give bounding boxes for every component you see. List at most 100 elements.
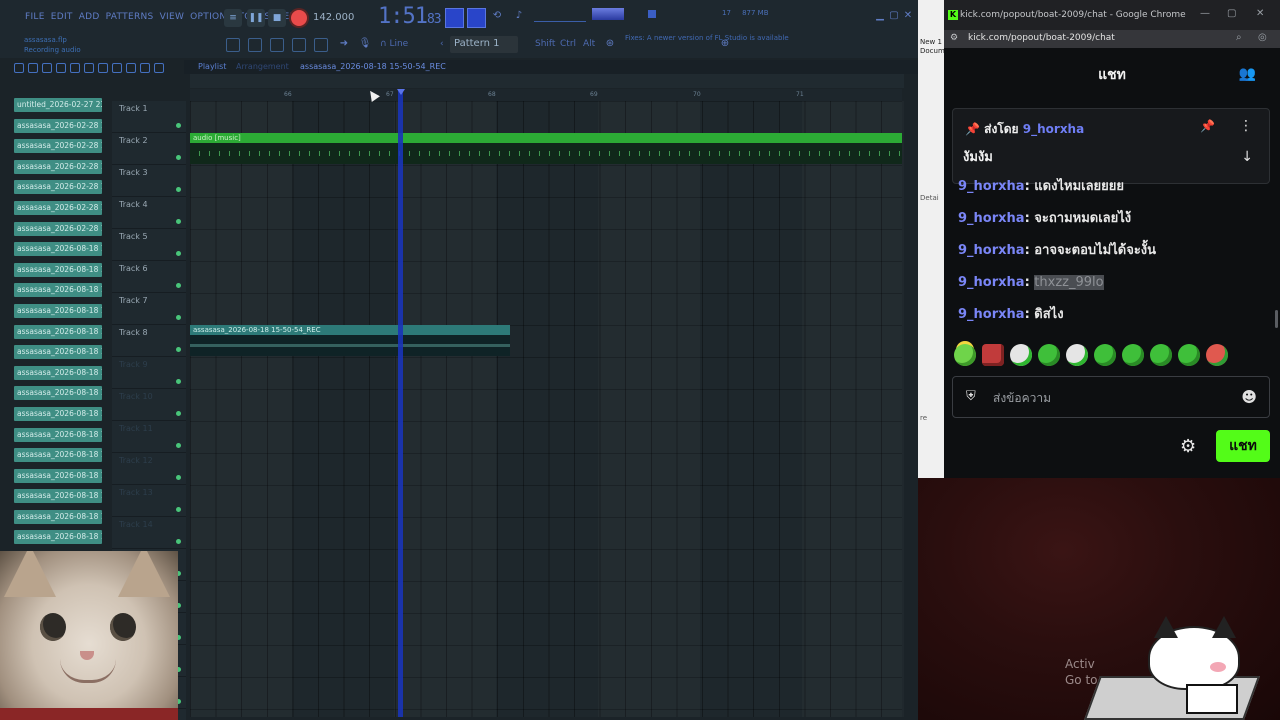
desktop-item[interactable]: New 1 Docum — [920, 38, 945, 56]
pin-icon[interactable]: 📌 — [1200, 119, 1215, 133]
emote-icon[interactable] — [982, 344, 1004, 366]
browser-item[interactable]: assasasa_2026-02-28 10... — [14, 180, 102, 195]
browser-item[interactable]: assasasa_2026-02-28 10... — [14, 159, 102, 174]
pattern-mode-block[interactable] — [445, 8, 464, 28]
track-mute-dot[interactable] — [176, 507, 181, 512]
audio-clip-music[interactable]: audio [music] — [190, 133, 902, 164]
shield-icon[interactable]: ⛨ — [966, 389, 976, 404]
timeline-ruler[interactable]: 66 67 68 69 70 71 — [190, 89, 902, 101]
emote-icon[interactable] — [1122, 344, 1144, 366]
message-username[interactable]: 9_horxha — [958, 275, 1025, 290]
ctrl-button[interactable]: Ctrl — [560, 39, 576, 49]
playhead-marker-icon[interactable] — [397, 89, 405, 95]
browser-item[interactable]: assasasa_2026-08-18 15... — [14, 530, 102, 545]
browser-item[interactable]: assasasa_2026-02-28 10... — [14, 221, 102, 236]
pinned-message[interactable]: 📌 ส่งโดย 9_horxha งัมงัม 📌 ⋮ ↓ — [952, 108, 1270, 184]
browser-item[interactable]: assasasa_2026-08-18 15... — [14, 386, 102, 401]
menu-patterns[interactable]: PATTERNS — [106, 12, 154, 22]
track-header[interactable]: Track 11 — [112, 421, 186, 453]
pause-button[interactable]: ❚❚ — [247, 9, 265, 27]
browser-tool-icon[interactable] — [28, 63, 38, 73]
track-header[interactable]: Track 12 — [112, 453, 186, 485]
track-mute-dot[interactable] — [176, 475, 181, 480]
browser-item[interactable]: assasasa_2026-08-18 15... — [14, 468, 102, 483]
message-username[interactable]: 9_horxha — [958, 179, 1025, 194]
browser-item[interactable]: assasasa_2026-08-18 15... — [14, 489, 102, 504]
emote-icon[interactable] — [954, 344, 976, 366]
message-username[interactable]: 9_horxha — [958, 307, 1025, 322]
arrow-down-icon[interactable]: ↓ — [1241, 149, 1253, 165]
record-button[interactable] — [291, 10, 307, 26]
track-header[interactable]: Track 6 — [112, 261, 186, 293]
browser-item[interactable]: assasasa_2026-02-28 10... — [14, 200, 102, 215]
browser-tool-icon[interactable] — [70, 63, 80, 73]
browser-item[interactable]: assasasa_2026-08-18 15... — [14, 427, 102, 442]
browser-item[interactable]: assasasa_2026-08-18 15... — [14, 365, 102, 380]
browser-tool-icon[interactable] — [42, 63, 52, 73]
maximize-icon[interactable]: ▢ — [887, 10, 901, 24]
track-mute-dot[interactable] — [176, 219, 181, 224]
track-header[interactable]: Track 7 — [112, 293, 186, 325]
zoom-icon[interactable]: ⌕ — [1236, 32, 1242, 43]
track-header[interactable]: Track 1 — [112, 101, 186, 133]
arrow-icon[interactable]: ➜ — [337, 38, 351, 52]
stop-button[interactable]: ■ — [268, 9, 286, 27]
eye-off-icon[interactable]: ◎ — [1258, 32, 1267, 43]
minimize-icon[interactable]: — — [1200, 8, 1210, 19]
track-mute-dot[interactable] — [176, 315, 181, 320]
menu-add[interactable]: ADD — [79, 12, 100, 22]
playlist-grid[interactable] — [190, 101, 902, 717]
track-header[interactable]: Track 3 — [112, 165, 186, 197]
browser-item[interactable]: assasasa_2026-08-18 15... — [14, 345, 102, 360]
alt-button[interactable]: Alt — [583, 39, 595, 49]
pattern-selector[interactable]: Pattern 1 — [450, 36, 518, 53]
browser-tool-icon[interactable] — [98, 63, 108, 73]
close-icon[interactable]: ✕ — [901, 10, 915, 24]
track-mute-dot[interactable] — [176, 123, 181, 128]
browser-item[interactable]: assasasa_2026-08-18 15... — [14, 509, 102, 524]
mic-icon[interactable]: 🎙 — [358, 38, 372, 52]
message-username[interactable]: 9_horxha — [958, 243, 1025, 258]
browser-item[interactable]: assasasa_2026-02-28 10... — [14, 139, 102, 154]
browser-tool-icon[interactable] — [112, 63, 122, 73]
track-header[interactable]: Track 14 — [112, 517, 186, 549]
emote-icon[interactable] — [1178, 344, 1200, 366]
emote-icon[interactable] — [1010, 344, 1032, 366]
chat-input[interactable] — [993, 388, 1223, 408]
loop-icon[interactable]: ⟲ — [490, 10, 504, 24]
browser-tool-icon[interactable] — [140, 63, 150, 73]
browser-item[interactable]: assasasa_2026-08-18 15... — [14, 262, 102, 277]
shift-button[interactable]: Shift — [535, 39, 555, 49]
maximize-icon[interactable]: ▢ — [1227, 8, 1236, 19]
emote-icon[interactable] — [1206, 344, 1228, 366]
track-header[interactable]: Track 4 — [112, 197, 186, 229]
track-header[interactable]: Track 2 — [112, 133, 186, 165]
emote-icon[interactable] — [1038, 344, 1060, 366]
users-icon[interactable]: 👥 — [1239, 66, 1256, 82]
emoji-icon[interactable]: ☻ — [1241, 388, 1257, 406]
settings-gear-icon[interactable]: ⚙ — [1180, 436, 1196, 457]
send-chat-button[interactable]: แชท — [1216, 430, 1270, 462]
playlist-overview[interactable] — [190, 74, 904, 88]
close-icon[interactable]: ✕ — [1256, 8, 1264, 19]
url-text[interactable]: kick.com/popout/boat-2009/chat — [968, 33, 1115, 43]
track-header[interactable]: Track 8 — [112, 325, 186, 357]
browser-item[interactable]: assasasa_2026-08-18 15... — [14, 303, 102, 318]
track-mute-dot[interactable] — [176, 443, 181, 448]
browser-tool-icon[interactable] — [56, 63, 66, 73]
song-mode-toggle[interactable]: ≡ — [224, 9, 242, 27]
browser-item[interactable]: assasasa_2026-02-28 10... — [14, 118, 102, 133]
playhead[interactable] — [398, 89, 403, 717]
channel-rack-icon[interactable] — [270, 38, 284, 52]
browser-icon[interactable] — [314, 38, 328, 52]
menu-view[interactable]: VIEW — [160, 12, 185, 22]
track-mute-dot[interactable] — [176, 251, 181, 256]
browser-tool-icon[interactable] — [84, 63, 94, 73]
browser-tool-icon[interactable] — [126, 63, 136, 73]
emote-icon[interactable] — [1066, 344, 1088, 366]
pattern-prev[interactable]: ‹ — [440, 39, 444, 49]
track-header[interactable]: Track 5 — [112, 229, 186, 261]
song-mode-block[interactable] — [467, 8, 486, 28]
browser-item[interactable]: assasasa_2026-08-18 15... — [14, 406, 102, 421]
online-icon[interactable]: ⊕ — [718, 38, 732, 52]
